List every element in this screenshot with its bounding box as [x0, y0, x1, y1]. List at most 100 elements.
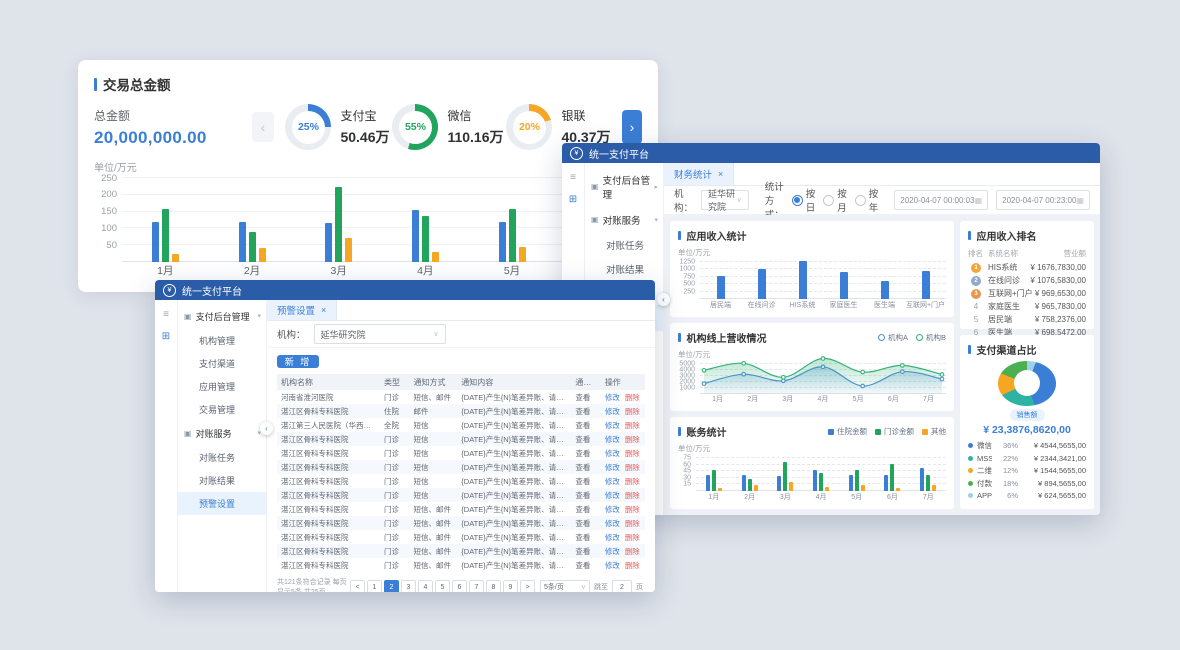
pagination-page[interactable]: 9	[503, 580, 518, 592]
sidebar-item[interactable]: 支付渠道	[178, 352, 266, 375]
pagination-prev[interactable]: <	[350, 580, 365, 592]
edit-link[interactable]: 修改	[605, 448, 620, 459]
tab-close-icon[interactable]: ×	[718, 169, 723, 179]
tab-finance-statistics[interactable]: 财务统计 ×	[664, 163, 734, 185]
channel-share-panel: 支付渠道占比 销售额 ¥ 23,3876,8620,00 微信公众号36%¥ 4…	[960, 335, 1094, 509]
edit-link[interactable]: 修改	[605, 490, 620, 501]
edit-link[interactable]: 修改	[605, 462, 620, 473]
revenue-value: ¥ 1076,5830,00	[1030, 276, 1086, 285]
delete-link[interactable]: 删除	[625, 420, 640, 431]
add-button[interactable]: 新 增	[277, 355, 319, 368]
pagination-page[interactable]: 3	[401, 580, 416, 592]
edit-link[interactable]: 修改	[605, 476, 620, 487]
pagination-page[interactable]: 8	[486, 580, 501, 592]
delete-link[interactable]: 删除	[625, 490, 640, 501]
notify-method-cell: 短信、邮件	[409, 504, 457, 515]
bar	[926, 475, 930, 491]
hamburger-menu-icon[interactable]: ≡	[163, 309, 169, 320]
start-date-input[interactable]: 2020-04-07 00:00:03 ▦	[894, 190, 988, 210]
legend-item[interactable]: 机构B	[916, 332, 946, 343]
prev-channel-button[interactable]: ‹	[252, 112, 274, 142]
org-select[interactable]: 延华研究院 ∨	[314, 324, 446, 344]
delete-link[interactable]: 删除	[625, 504, 640, 515]
system-name: 在线问诊	[988, 275, 1030, 286]
org-select[interactable]: 延华研究院 ∨	[701, 190, 749, 210]
edit-link[interactable]: 修改	[605, 546, 620, 557]
edit-link[interactable]: 修改	[605, 532, 620, 543]
edit-link[interactable]: 修改	[605, 434, 620, 445]
legend-item[interactable]: 住院金额	[828, 426, 867, 437]
sidebar-group[interactable]: ▣支付后台管理▸	[585, 167, 663, 207]
pagination-page[interactable]: 5	[435, 580, 450, 592]
end-date-input[interactable]: 2020-04-07 00:23:00 ▦	[996, 190, 1090, 210]
delete-link[interactable]: 删除	[625, 546, 640, 557]
bar	[922, 271, 930, 299]
edit-link[interactable]: 修改	[605, 392, 620, 403]
tab-close-icon[interactable]: ×	[321, 305, 326, 315]
bar-group	[839, 456, 875, 491]
legend-dot-icon	[968, 468, 973, 473]
delete-link[interactable]: 删除	[625, 532, 640, 543]
chart-plot: 1530456075	[678, 456, 946, 491]
x-tick-label: 互联网+门户	[905, 300, 946, 310]
jump-page-input[interactable]: 2	[612, 580, 632, 592]
delete-link[interactable]: 删除	[625, 406, 640, 417]
channel-percent: 18%	[996, 479, 1018, 488]
delete-link[interactable]: 删除	[625, 434, 640, 445]
channel-percent: 20%	[513, 111, 546, 144]
sidebar-group[interactable]: ▣支付后台管理▾	[178, 304, 266, 329]
edit-link[interactable]: 修改	[605, 518, 620, 529]
pagination-page[interactable]: 6	[452, 580, 467, 592]
folder-icon: ▣	[184, 313, 192, 321]
sidebar-group[interactable]: ▣对账服务▾	[585, 207, 663, 233]
pagination: <123456789>5条/页∨跳至2页	[350, 580, 645, 592]
hamburger-menu-icon[interactable]: ≡	[570, 172, 576, 183]
edit-link[interactable]: 修改	[605, 420, 620, 431]
sidebar-item[interactable]: 预警设置	[178, 492, 266, 515]
pagination-next[interactable]: >	[520, 580, 535, 592]
radio-option[interactable]: 按日	[792, 186, 816, 214]
pagination-page[interactable]: 2	[384, 580, 399, 592]
x-tick-label: HIS系统	[782, 300, 823, 310]
sidebar-item[interactable]: 应用管理	[178, 375, 266, 398]
radio-option[interactable]: 按月	[823, 186, 847, 214]
page-size-select[interactable]: 5条/页∨	[540, 580, 590, 592]
sidebar-item[interactable]: 对账结果	[585, 257, 663, 281]
sidebar-group[interactable]: ▣对账服务▾	[178, 421, 266, 446]
sidebar-collapse-handle[interactable]: ‹	[260, 422, 273, 435]
sidebar-item[interactable]: 对账任务	[178, 446, 266, 469]
alert-settings-window: ¥ 统一支付平台 ≡ ⊞ ▣支付后台管理▾机构管理支付渠道应用管理交易管理▣对账…	[155, 280, 655, 592]
delete-link[interactable]: 删除	[625, 448, 640, 459]
edit-link[interactable]: 修改	[605, 560, 620, 571]
delete-link[interactable]: 删除	[625, 462, 640, 473]
edit-link[interactable]: 修改	[605, 504, 620, 515]
legend-item[interactable]: 机构A	[878, 332, 908, 343]
sidebar-item[interactable]: 机构管理	[178, 329, 266, 352]
apps-grid-icon[interactable]: ⊞	[569, 194, 577, 205]
sidebar-item[interactable]: 对账任务	[585, 233, 663, 257]
delete-link[interactable]: 删除	[625, 476, 640, 487]
pagination-page[interactable]: 4	[418, 580, 433, 592]
pagination-page[interactable]: 7	[469, 580, 484, 592]
delete-link[interactable]: 删除	[625, 392, 640, 403]
system-name: 互联网+门户	[988, 288, 1035, 299]
sidebar-item[interactable]: 对账结果	[178, 469, 266, 492]
legend-item[interactable]: 门诊金额	[875, 426, 914, 437]
sidebar-item[interactable]: 交易管理	[178, 398, 266, 421]
delete-link[interactable]: 删除	[625, 560, 640, 571]
edit-link[interactable]: 修改	[605, 406, 620, 417]
legend-item[interactable]: 其他	[922, 426, 946, 437]
sidebar-collapse-handle[interactable]: ‹	[657, 293, 670, 306]
table-row: 湛江区骨科专科医院门诊短信{DATE}产生{N}笔差异账、请及处理查看修改删除	[277, 446, 645, 460]
apps-grid-icon[interactable]: ⊞	[162, 331, 170, 342]
delete-link[interactable]: 删除	[625, 518, 640, 529]
radio-label: 按年	[869, 186, 879, 214]
type-cell: 门诊	[380, 504, 409, 515]
pagination-page[interactable]: 1	[367, 580, 382, 592]
channel-percent: 36%	[996, 441, 1018, 450]
legend-label: 机构A	[888, 332, 908, 343]
tab-alert-settings[interactable]: 预警设置 ×	[267, 300, 337, 320]
next-channel-button[interactable]: ›	[622, 110, 642, 144]
ranking-row: 3互联网+门户¥ 969,6530,00	[968, 287, 1086, 300]
radio-option[interactable]: 按年	[855, 186, 879, 214]
